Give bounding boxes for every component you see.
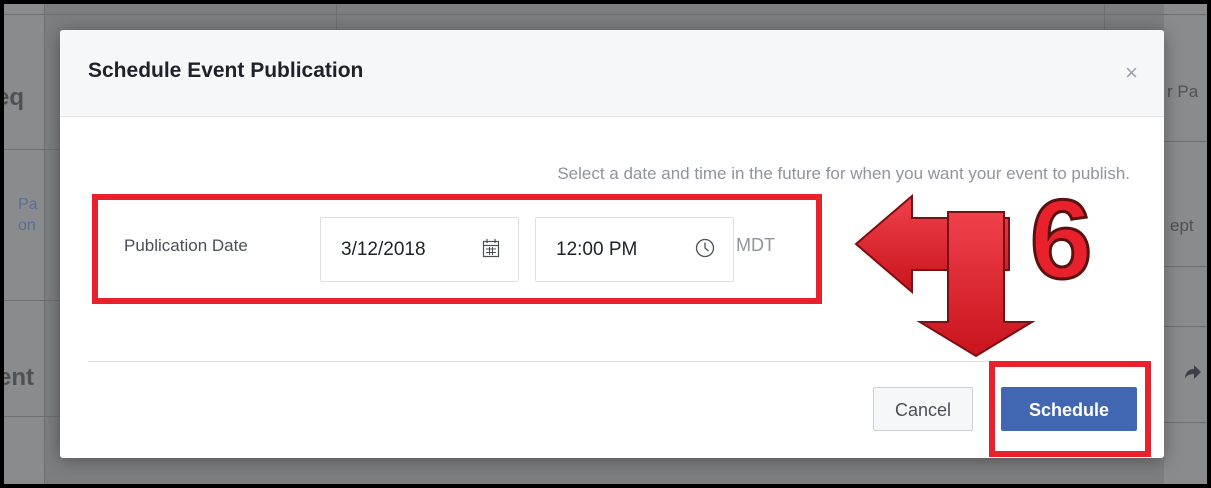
screenshot-frame: eq r Pa Pa on ept ent Schedule Event Pub…	[4, 4, 1207, 484]
step-number-badge: 6	[1028, 177, 1093, 302]
annotation-arrows	[854, 193, 1036, 358]
